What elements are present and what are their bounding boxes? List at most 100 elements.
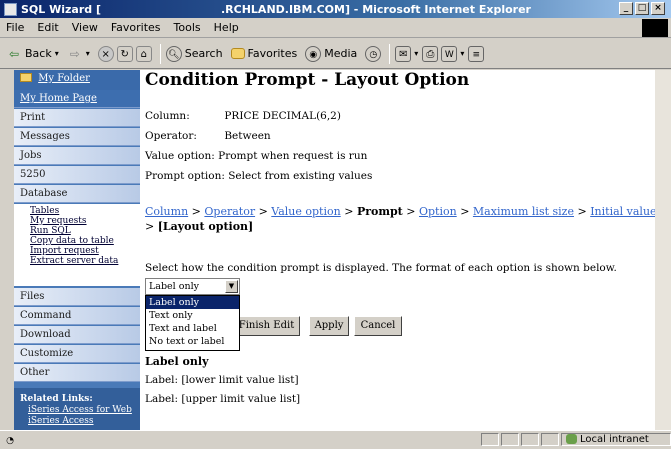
option-text-only[interactable]: Text only	[146, 309, 239, 322]
layout-option-select[interactable]: Label only ▼	[145, 278, 240, 295]
related-link-iseries-access[interactable]: iSeries Access	[28, 416, 140, 427]
menu-edit[interactable]: Edit	[37, 21, 58, 34]
value-option-row: Value option: Prompt when request is run	[145, 150, 367, 162]
nav-my-home-page[interactable]: My Home Page	[14, 90, 140, 108]
finish-edit-button[interactable]: Finish Edit	[233, 316, 300, 336]
nav-5250[interactable]: 5250	[14, 166, 140, 184]
minimize-button[interactable]: _	[619, 2, 633, 15]
related-links: Related Links: iSeries Access for Web iS…	[14, 388, 140, 430]
stop-icon[interactable]: ×	[97, 45, 114, 62]
prompt-option-value: Select from existing values	[228, 170, 373, 182]
window-title-right: .RCHLAND.IBM.COM] - Microsoft Internet E…	[221, 2, 531, 16]
database-submenu: Tables My requests Run SQL Copy data to …	[14, 204, 140, 286]
nav-messages[interactable]: Messages	[14, 128, 140, 146]
intranet-icon	[566, 434, 577, 444]
instruction-text: Select how the condition prompt is displ…	[145, 262, 617, 274]
nav-tables[interactable]: Tables	[30, 206, 140, 216]
crumb-column[interactable]: Column	[145, 205, 188, 218]
nav-copy-data-to-table[interactable]: Copy data to table	[30, 236, 140, 246]
crumb-separator: >	[258, 205, 268, 218]
main-content: Condition Prompt - Layout Option Column:…	[140, 70, 671, 430]
nav-jobs[interactable]: Jobs	[14, 147, 140, 165]
favorites-button[interactable]: Favorites	[230, 47, 297, 60]
page-status-icon: ◔	[6, 436, 14, 446]
crumb-separator: >	[406, 205, 416, 218]
nav-extract-server-data[interactable]: Extract server data	[30, 256, 140, 266]
nav-my-requests[interactable]: My requests	[30, 216, 140, 226]
apply-button[interactable]: Apply	[309, 316, 349, 336]
nav-run-sql[interactable]: Run SQL	[30, 226, 140, 236]
edit-dropdown-icon[interactable]: ▾	[460, 49, 464, 58]
media-button[interactable]: ◉ Media	[305, 45, 357, 62]
left-navigation: My Folder My Home Page Print Messages Jo…	[14, 70, 140, 430]
menu-favorites[interactable]: Favorites	[111, 21, 161, 34]
home-icon[interactable]: ⌂	[135, 45, 152, 62]
crumb-option[interactable]: Option	[419, 205, 457, 218]
menu-view[interactable]: View	[72, 21, 98, 34]
breadcrumb: Column > Operator > Value option > Promp…	[145, 204, 667, 234]
maximize-button[interactable]: □	[635, 2, 649, 15]
page-title: Condition Prompt - Layout Option	[145, 70, 470, 90]
cancel-button[interactable]: Cancel	[354, 316, 402, 336]
media-icon: ◉	[305, 45, 322, 62]
nav-download[interactable]: Download	[14, 326, 140, 344]
crumb-separator: >	[344, 205, 354, 218]
window-title-bar: SQL Wizard [ .RCHLAND.IBM.COM] - Microso…	[0, 0, 671, 18]
menu-tools[interactable]: Tools	[174, 21, 201, 34]
crumb-value-option[interactable]: Value option	[271, 205, 340, 218]
mail-icon[interactable]: ✉	[395, 45, 412, 62]
column-label: Column:	[145, 110, 190, 122]
search-icon: 🔍︎	[165, 45, 182, 62]
nav-other[interactable]: Other	[14, 364, 140, 382]
vertical-scrollbar[interactable]	[655, 70, 671, 430]
mail-dropdown-icon[interactable]: ▾	[414, 49, 418, 58]
preview-title: Label only	[145, 355, 209, 368]
nav-import-request[interactable]: Import request	[30, 246, 140, 256]
nav-my-folder[interactable]: My Folder	[14, 70, 140, 90]
windows-logo-icon	[642, 19, 668, 37]
menu-help[interactable]: Help	[214, 21, 239, 34]
back-button[interactable]: ⇦ Back ▾	[6, 46, 59, 62]
nav-database[interactable]: Database	[14, 185, 140, 203]
zone-indicator: Local intranet	[561, 432, 671, 446]
value-option-label: Value option:	[145, 150, 215, 162]
refresh-icon[interactable]: ↻	[116, 45, 133, 62]
nav-customize[interactable]: Customize	[14, 345, 140, 363]
crumb-separator: >	[577, 205, 587, 218]
discuss-icon[interactable]: ≡	[468, 45, 485, 62]
column-value: PRICE DECIMAL(6,2)	[224, 110, 341, 122]
operator-value: Between	[224, 130, 271, 142]
related-link-iseries-access-web[interactable]: iSeries Access for Web	[28, 405, 140, 416]
window-title-left: SQL Wizard [	[21, 2, 101, 16]
ie-app-icon	[4, 2, 17, 16]
crumb-layout-option: [Layout option]	[157, 220, 254, 233]
nav-print[interactable]: Print	[14, 109, 140, 127]
edit-word-icon[interactable]: W	[441, 45, 458, 62]
print-icon[interactable]: ⎙	[422, 45, 439, 62]
value-option-value: Prompt when request is run	[218, 150, 368, 162]
menu-file[interactable]: File	[6, 21, 24, 34]
prompt-option-label: Prompt option:	[145, 170, 225, 182]
nav-command[interactable]: Command	[14, 307, 140, 325]
close-button[interactable]: ×	[651, 2, 665, 15]
operator-label: Operator:	[145, 130, 197, 142]
forward-button[interactable]: ⇨ ▾	[67, 46, 90, 62]
search-button[interactable]: 🔍︎ Search	[165, 45, 223, 62]
history-icon[interactable]: ◷	[365, 45, 382, 62]
back-label: Back	[25, 47, 52, 60]
folder-icon	[20, 73, 32, 82]
status-bar: ◔ Local intranet	[0, 430, 671, 447]
option-text-and-label[interactable]: Text and label	[146, 322, 239, 335]
crumb-operator[interactable]: Operator	[204, 205, 255, 218]
crumb-prompt: Prompt	[356, 205, 403, 218]
crumb-initial-value[interactable]: Initial value	[590, 205, 656, 218]
back-arrow-icon: ⇦	[8, 46, 20, 61]
back-dropdown-icon[interactable]: ▾	[55, 49, 59, 58]
search-label: Search	[184, 47, 223, 60]
option-no-text-or-label[interactable]: No text or label	[146, 335, 239, 348]
crumb-maximum-list-size[interactable]: Maximum list size	[473, 205, 574, 218]
prompt-option-row: Prompt option: Select from existing valu…	[145, 170, 372, 182]
nav-files[interactable]: Files	[14, 288, 140, 306]
chevron-down-icon[interactable]: ▼	[225, 280, 238, 293]
option-label-only[interactable]: Label only	[146, 296, 239, 309]
